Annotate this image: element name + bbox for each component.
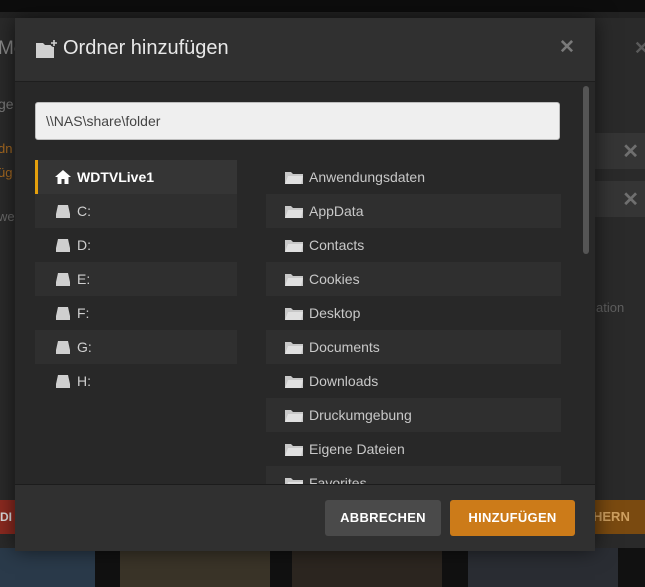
add-folder-dialog: Ordner hinzufügen ✕ WDTVLive1 C: D: E: F…	[15, 18, 595, 551]
drive-icon	[56, 273, 70, 286]
scrollbar-thumb[interactable]	[583, 86, 589, 254]
folder-item[interactable]: Downloads	[266, 364, 561, 398]
background-side-text: ation	[596, 300, 625, 315]
background-save-button: HERN	[595, 500, 645, 534]
background-text-2: dn	[0, 141, 13, 156]
background-row-close-icon: ✕	[622, 141, 639, 163]
drive-label: C:	[77, 203, 91, 219]
background-text-4: we	[0, 209, 15, 224]
folder-icon	[285, 410, 303, 422]
background-left-button: DI	[0, 500, 16, 534]
background-row-close-icon: ✕	[622, 189, 639, 211]
drive-item-wdtvlive1[interactable]: WDTVLive1	[35, 160, 237, 194]
add-button[interactable]: HINZUFÜGEN	[450, 500, 575, 536]
folder-label: Cookies	[309, 271, 360, 287]
home-icon	[55, 170, 71, 184]
dialog-header: Ordner hinzufügen ✕	[15, 18, 595, 82]
background-close-icon: ✕	[634, 38, 645, 58]
background-text-1: ge	[0, 96, 14, 112]
folder-item[interactable]: AppData	[266, 194, 561, 228]
poster-thumbnail	[0, 548, 95, 587]
drive-item-e[interactable]: E:	[35, 262, 237, 296]
folder-item[interactable]: Contacts	[266, 228, 561, 262]
drive-label: H:	[77, 373, 91, 389]
folder-icon	[285, 444, 303, 456]
folder-label: Eigene Dateien	[309, 441, 405, 457]
folder-item[interactable]: Eigene Dateien	[266, 432, 561, 466]
background-thumbnail-strip	[0, 548, 645, 587]
folder-item[interactable]: Cookies	[266, 262, 561, 296]
drive-item-d[interactable]: D:	[35, 228, 237, 262]
folder-list[interactable]: Anwendungsdaten AppData Contacts Cookies…	[266, 160, 561, 484]
drive-item-f[interactable]: F:	[35, 296, 237, 330]
drive-icon	[56, 239, 70, 252]
poster-thumbnail	[468, 548, 618, 587]
drive-label: WDTVLive1	[77, 169, 155, 185]
folder-label: Downloads	[309, 373, 379, 389]
drive-label: F:	[77, 305, 90, 321]
folder-label: Contacts	[309, 237, 365, 253]
folder-icon	[285, 342, 303, 354]
poster-thumbnail	[292, 548, 442, 587]
drive-list: WDTVLive1 C: D: E: F: G: H:	[35, 160, 237, 398]
background-top-bar	[0, 0, 645, 12]
drive-item-h[interactable]: H:	[35, 364, 237, 398]
folder-icon	[285, 240, 303, 252]
drive-icon	[56, 307, 70, 320]
drive-icon	[56, 205, 70, 218]
folder-label: Anwendungsdaten	[309, 169, 425, 185]
folder-icon	[285, 308, 303, 320]
folder-label: Desktop	[309, 305, 361, 321]
folder-icon	[285, 274, 303, 286]
cancel-button[interactable]: ABBRECHEN	[325, 500, 441, 536]
drive-label: G:	[77, 339, 92, 355]
folder-icon	[285, 172, 303, 184]
dialog-footer: ABBRECHEN HINZUFÜGEN	[15, 484, 595, 551]
folder-label: Druckumgebung	[309, 407, 412, 423]
folder-icon	[285, 206, 303, 218]
folder-item[interactable]: Documents	[266, 330, 561, 364]
background-folder-row: ✕	[595, 133, 645, 169]
folder-item[interactable]: Druckumgebung	[266, 398, 561, 432]
folder-label: Favorites	[309, 475, 367, 484]
background-folder-row: ✕	[595, 181, 645, 217]
folder-item[interactable]: Anwendungsdaten	[266, 160, 561, 194]
drive-label: E:	[77, 271, 91, 287]
folder-label: Documents	[309, 339, 380, 355]
folder-icon	[285, 478, 303, 484]
close-icon[interactable]: ✕	[559, 36, 575, 59]
drive-icon	[56, 341, 70, 354]
background-text-3: üg	[0, 165, 13, 180]
drive-item-c[interactable]: C:	[35, 194, 237, 228]
poster-thumbnail	[120, 548, 270, 587]
drive-icon	[56, 375, 70, 388]
folder-item[interactable]: Favorites	[266, 466, 561, 484]
folder-item[interactable]: Desktop	[266, 296, 561, 330]
folder-add-icon	[36, 39, 58, 58]
drive-item-g[interactable]: G:	[35, 330, 237, 364]
folder-label: AppData	[309, 203, 364, 219]
dialog-title: Ordner hinzufügen	[63, 37, 229, 59]
folder-icon	[285, 376, 303, 388]
drive-label: D:	[77, 237, 91, 253]
folder-path-input[interactable]	[35, 102, 560, 140]
